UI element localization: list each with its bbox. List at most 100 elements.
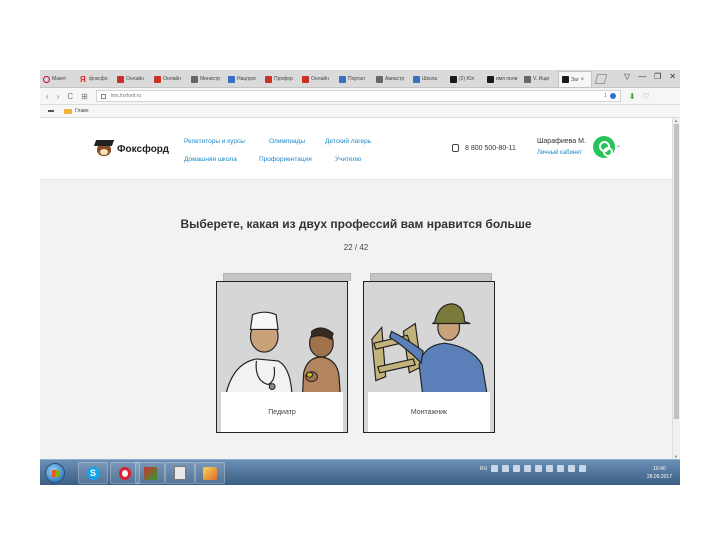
site-header: Фоксфорд Репетиторы и курсы Олимпиады Де… [40,118,672,180]
taskbar-paint[interactable] [195,462,225,484]
phone-icon [452,144,459,152]
tabs-menu-icon[interactable]: ▽ [624,72,630,81]
browser-tab[interactable]: Заг × [558,71,592,87]
reload-icon[interactable]: C [67,92,73,101]
close-tab-icon[interactable]: × [581,77,585,83]
browser-tab[interactable]: Авиастр [373,71,409,87]
calculator-icon [174,466,186,480]
nav-career-guidance[interactable]: Профориентация [259,156,312,163]
network-icon[interactable] [568,465,576,472]
browser-tab[interactable]: Онлайн [151,71,187,87]
favicon-icon [487,75,494,83]
favicon-icon: Я [80,74,86,84]
browser-tab[interactable]: Школа [410,71,446,87]
browser-tab[interactable]: Макет [40,71,76,87]
tray-icon[interactable] [524,465,532,472]
favicon-icon [413,75,420,83]
url-text: lms.foxford.ru [110,93,142,99]
favicon-icon [524,75,531,83]
nav-home-school[interactable]: Домашняя школа [184,156,237,163]
tab-label: Онлайн [126,76,144,82]
clock-date: 28.09.2017 [646,474,672,480]
scroll-up-icon[interactable]: ▲ [674,118,678,123]
favicon-icon [117,75,124,83]
tray-icon[interactable] [513,465,521,472]
browser-tab[interactable]: Портал [336,71,372,87]
tab-label: Профор [274,76,293,82]
personal-account-link[interactable]: Личный кабинет [537,150,586,156]
download-icon[interactable]: ⬇ [629,92,636,101]
tab-label: Онлайн [311,76,329,82]
tray-icon[interactable] [535,465,543,472]
navigation-bar: ‹ › C ⊞ lms.foxford.ru 1 ⬇ ♡ [40,88,680,105]
minimize-icon[interactable]: — [638,72,646,81]
forward-icon[interactable]: › [57,92,60,101]
taskbar-skype[interactable]: S [78,462,108,484]
speed-dial-icon[interactable]: ⊞ [81,92,88,101]
avatar[interactable] [593,136,615,158]
heart-icon[interactable]: ♡ [643,92,650,101]
tab-label: Заг [571,76,579,83]
opera-icon [119,466,131,480]
volume-icon[interactable] [579,465,587,472]
window-controls: ▽ — ❐ ✕ [624,72,676,81]
bookmarks-menu-icon[interactable] [48,110,54,112]
browser-tab[interactable]: Министр [188,71,224,87]
nav-summer-camp[interactable]: Детский лагерь [325,138,371,145]
lock-icon [100,93,106,99]
bookmark-item[interactable]: Главн [75,108,89,114]
address-bar[interactable]: lms.foxford.ru 1 [95,90,621,102]
favicon-icon [339,75,346,83]
profession-card-installer[interactable]: Монтажник [363,281,495,433]
taskbar-app[interactable] [135,462,165,484]
nav-for-teachers[interactable]: Учителю [335,156,361,163]
profession-label: Педиатр [221,392,343,432]
question-counter: 22 / 42 [343,243,369,252]
browser-tab[interactable]: Яфоксфо [77,71,113,87]
profession-card-pediatrician[interactable]: Педиатр [216,281,348,433]
favicon-icon [562,76,569,83]
vpn-shield-icon[interactable] [609,93,616,99]
chevron-down-icon[interactable]: ⌄ [616,142,621,149]
page-scrollbar[interactable]: ▲ ▼ [672,118,680,459]
taskbar-calculator[interactable] [165,462,195,484]
fox-logo-icon [93,140,115,158]
scrollbar-thumb[interactable] [674,124,679,419]
card-shadow-tab [223,273,351,281]
browser-tab[interactable]: V. Ищи [521,71,557,87]
favicon-icon [191,75,198,83]
tray-icon[interactable] [546,465,554,472]
browser-tab[interactable]: Нацпрог [225,71,261,87]
windows-logo-icon [52,470,59,477]
favicon-icon [302,75,309,83]
tray-icon[interactable] [557,465,565,472]
site-logo[interactable]: Фоксфорд [93,140,169,158]
browser-tab[interactable]: Онлайн [114,71,150,87]
new-tab-button[interactable] [594,74,608,84]
tab-label: Министр [200,76,221,82]
start-button[interactable] [45,463,65,483]
profession-label: Монтажник [368,392,490,432]
tray-icon[interactable] [502,465,510,472]
system-clock[interactable]: 16:40 28.09.2017 [647,465,672,481]
bookmarks-bar: Главн [40,105,680,118]
phone-number[interactable]: 8 800 500-80-11 [465,145,516,152]
nav-tutors-courses[interactable]: Репетиторы и курсы [184,138,245,145]
tab-label: Школа [422,76,438,82]
nav-olympiads[interactable]: Олимпиады [269,138,305,145]
browser-tab[interactable]: Профор [262,71,298,87]
back-icon[interactable]: ‹ [46,92,49,101]
language-indicator[interactable]: RU [480,466,487,472]
tab-label: Онлайн [163,76,181,82]
maximize-icon[interactable]: ❐ [654,72,661,81]
tray-icon[interactable] [491,465,499,472]
browser-tab[interactable]: Онлайн [299,71,335,87]
browser-tab[interactable]: имя поли [484,71,520,87]
close-window-icon[interactable]: ✕ [669,72,676,81]
browser-tab[interactable]: (2) Юл [447,71,483,87]
tab-label: Авиастр [385,76,405,82]
paint-icon [203,466,217,480]
system-tray: RU [480,465,587,472]
user-block[interactable]: Шарафиева М. Личный кабинет [537,138,586,156]
favicon-icon [228,75,235,83]
